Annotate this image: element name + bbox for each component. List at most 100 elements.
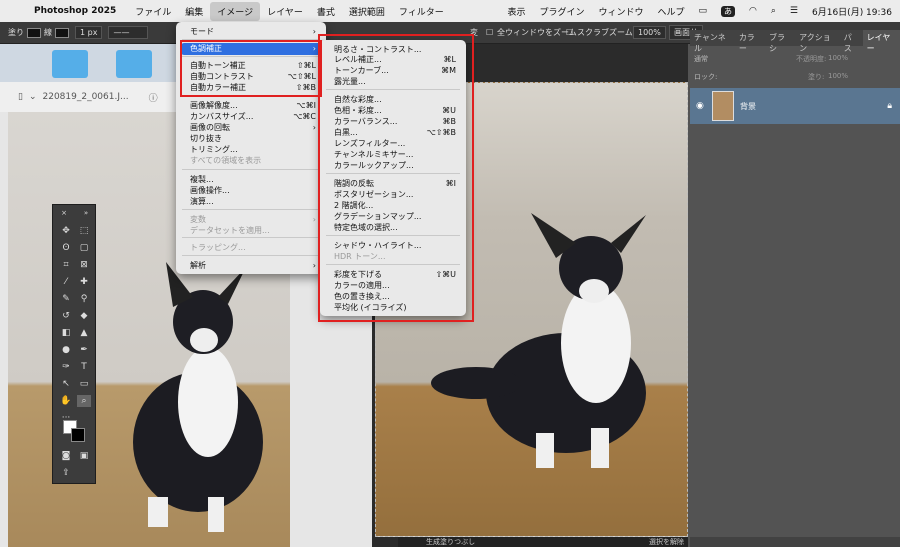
menu-shortcut: ⌥⌘C	[293, 112, 316, 121]
tab-actions[interactable]: アクション	[795, 30, 840, 53]
annotation-box	[180, 40, 322, 97]
image-menu-item: 変数 ›	[190, 214, 316, 225]
lasso-tool-icon[interactable]: ʘ	[59, 242, 73, 254]
history-brush-tool-icon[interactable]: ↺	[59, 310, 73, 322]
image-menu-item[interactable]: 演算...	[190, 196, 316, 207]
move-tool-icon[interactable]: ✥	[59, 225, 73, 237]
stroke-style-dropdown[interactable]: ——	[108, 26, 149, 39]
stamp-tool-icon[interactable]: ⚲	[77, 293, 91, 305]
zoom-tool-icon[interactable]: ⌕	[77, 395, 91, 407]
dodge-tool-icon[interactable]: ●	[59, 344, 73, 356]
share-icon[interactable]: ⇪	[59, 467, 73, 479]
collapse-icon[interactable]: »	[79, 207, 93, 219]
image-menu-item[interactable]: 画像操作...	[190, 185, 316, 196]
battery-icon[interactable]: ▭	[699, 6, 708, 16]
image-menu-item[interactable]: カンバスサイズ... ⌥⌘C	[190, 111, 316, 122]
tab-paths[interactable]: パス	[840, 30, 863, 53]
document-tab[interactable]: ▯ ⌄ 220819_2_0061.J... ⓘ	[0, 82, 180, 112]
pen-tool-icon[interactable]: ✑	[59, 361, 73, 373]
type-tool-icon[interactable]: T	[77, 361, 91, 373]
pen-tool-icon[interactable]: ✒	[77, 344, 91, 356]
hand-tool-icon[interactable]: ✋	[59, 395, 73, 407]
menu-plugins[interactable]: プラグイン	[539, 5, 584, 18]
image-menu-item[interactable]: 複製...	[190, 174, 316, 185]
menu-separator	[182, 237, 320, 238]
shape-tool-icon[interactable]: ▭	[77, 378, 91, 390]
dog-image	[133, 262, 263, 532]
menu-file[interactable]: ファイル	[128, 2, 178, 21]
menu-separator	[182, 169, 320, 170]
folder-icon[interactable]	[116, 50, 152, 78]
fill-input[interactable]: 100%	[828, 72, 848, 80]
frame-tool-icon[interactable]: ⊠	[77, 259, 91, 271]
fill-swatch[interactable]	[27, 27, 41, 38]
chevron-down-icon[interactable]: ⌄	[29, 92, 37, 102]
screen-mode-icon[interactable]: ▣	[77, 450, 91, 462]
tab-brushes[interactable]: ブラシ	[765, 30, 795, 53]
brush-tool-icon[interactable]: ✎	[59, 293, 73, 305]
image-menu-item[interactable]: 画像の回転 ›	[190, 122, 316, 133]
menu-item-label: 画像操作...	[190, 186, 230, 195]
opacity-input[interactable]: 100%	[828, 54, 848, 62]
menu-view[interactable]: 表示	[507, 5, 525, 18]
menu-shortcut: ⌥⌘I	[296, 101, 316, 110]
menu-item-label: 複製...	[190, 175, 214, 184]
image-menu-item[interactable]: 画像解像度... ⌥⌘I	[190, 100, 316, 111]
scrubby-zoom-checkbox[interactable]: ☐	[566, 28, 573, 37]
folder-icon[interactable]	[52, 50, 88, 78]
image-menu-item[interactable]: モード ›	[190, 26, 316, 37]
deselect-button[interactable]: 選択を解除	[649, 537, 684, 547]
all-windows-checkbox[interactable]: ☐	[486, 28, 493, 37]
chevron-right-icon: ›	[312, 123, 316, 132]
path-select-tool-icon[interactable]: ↖	[59, 378, 73, 390]
control-center-icon[interactable]: ☰	[790, 6, 798, 16]
stroke-width-dropdown[interactable]: 1 px	[75, 26, 103, 39]
search-icon[interactable]: ⌕	[771, 6, 776, 16]
tab-layers[interactable]: レイヤー	[862, 30, 900, 53]
visibility-eye-icon[interactable]: ◉	[696, 101, 704, 111]
menu-window[interactable]: ウィンドウ	[598, 5, 643, 18]
background-color-swatch[interactable]	[71, 428, 85, 442]
eyedropper-tool-icon[interactable]: ⁄	[59, 276, 73, 288]
tab-color[interactable]: カラー	[735, 30, 765, 53]
marquee-tool-icon[interactable]: ⬚	[77, 225, 91, 237]
menu-item-label: トリミング...	[190, 145, 238, 154]
menu-help[interactable]: ヘルプ	[657, 5, 684, 18]
lock-label: ロック:	[694, 73, 718, 81]
info-icon[interactable]: ⓘ	[149, 91, 158, 104]
image-menu-item[interactable]: 解析 ›	[190, 260, 316, 271]
eraser-tool-icon[interactable]: ◆	[77, 310, 91, 322]
fill-label: 塗り	[8, 28, 24, 37]
close-icon[interactable]: ×	[57, 207, 71, 219]
stroke-swatch[interactable]	[55, 27, 69, 38]
blur-tool-icon[interactable]: ▲	[77, 327, 91, 339]
scrubby-zoom-label: スクラブズーム	[577, 28, 633, 37]
menu-layer[interactable]: レイヤー	[260, 2, 310, 21]
quick-mask-icon[interactable]: ◙	[59, 450, 73, 462]
healing-brush-tool-icon[interactable]: ✚	[77, 276, 91, 288]
input-method-icon[interactable]: あ	[721, 5, 736, 17]
clock[interactable]: 6月16日(月) 19:36	[812, 5, 892, 18]
generative-fill-button[interactable]: 生成塗りつぶし	[426, 537, 475, 547]
menu-separator	[182, 255, 320, 256]
blend-mode-dropdown[interactable]: 通常	[694, 54, 708, 64]
tab-channels[interactable]: チャンネル	[690, 30, 735, 53]
crop-tool-icon[interactable]: ⌗	[59, 259, 73, 271]
menu-select[interactable]: 選択範囲	[342, 2, 392, 21]
menu-type[interactable]: 書式	[310, 2, 342, 21]
zoom-value-button[interactable]: 100%	[633, 26, 666, 39]
menu-image[interactable]: イメージ	[210, 1, 261, 21]
gradient-tool-icon[interactable]: ◧	[59, 327, 73, 339]
menu-filter[interactable]: フィルター	[392, 2, 451, 21]
menu-edit[interactable]: 編集	[178, 2, 210, 21]
app-name-menu[interactable]: Photoshop 2025	[34, 6, 116, 16]
menu-item-label: モード	[190, 27, 214, 36]
stroke-label: 線	[44, 28, 52, 37]
wifi-icon[interactable]: ◠	[749, 6, 757, 16]
sidebar-icon[interactable]: ▯	[18, 92, 23, 102]
object-select-tool-icon[interactable]: ▢	[77, 242, 91, 254]
layer-row[interactable]: ◉ 背景 🔒︎	[690, 88, 900, 124]
image-menu-item[interactable]: 切り抜き	[190, 133, 316, 144]
chevron-right-icon: ›	[312, 261, 316, 270]
image-menu-item[interactable]: トリミング...	[190, 144, 316, 155]
